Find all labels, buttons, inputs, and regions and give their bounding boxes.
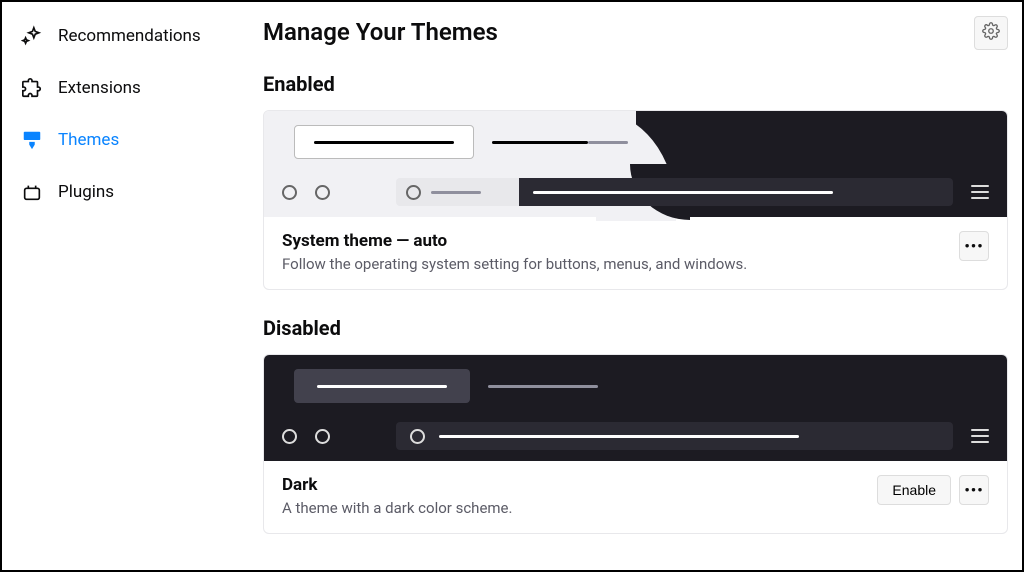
preview-nav-dot xyxy=(315,429,330,444)
sparkle-icon xyxy=(20,24,44,48)
theme-description: Follow the operating system setting for … xyxy=(282,255,747,273)
preview-nav-dot xyxy=(282,429,297,444)
sidebar-item-label: Recommendations xyxy=(58,26,201,46)
paintbrush-icon xyxy=(20,128,44,152)
theme-preview-dark xyxy=(264,355,1007,461)
puzzle-icon xyxy=(20,76,44,100)
header-row: Manage Your Themes xyxy=(263,16,1008,72)
page-title: Manage Your Themes xyxy=(263,18,498,46)
preview-nav-dot xyxy=(315,185,330,200)
enable-button[interactable]: Enable xyxy=(877,475,951,505)
preview-tab-active xyxy=(294,125,474,159)
sidebar-item-themes[interactable]: Themes xyxy=(2,114,247,166)
theme-card-system: System theme — auto Follow the operating… xyxy=(263,110,1008,290)
main-content: Manage Your Themes Enabled xyxy=(247,2,1022,570)
gear-icon xyxy=(982,22,1000,44)
ellipsis-icon: ••• xyxy=(964,237,983,255)
preview-urlbar xyxy=(396,422,953,450)
sidebar-item-label: Extensions xyxy=(58,78,141,98)
ellipsis-icon: ••• xyxy=(964,481,983,499)
theme-card-dark: Dark A theme with a dark color scheme. E… xyxy=(263,354,1008,534)
theme-name: System theme — auto xyxy=(282,231,747,251)
section-enabled-title: Enabled xyxy=(263,72,1008,96)
plug-icon xyxy=(20,180,44,204)
settings-button[interactable] xyxy=(974,16,1008,50)
theme-preview-system xyxy=(264,111,1007,217)
preview-tab-active xyxy=(294,369,470,403)
sidebar-item-label: Plugins xyxy=(58,182,114,202)
preview-nav-dot xyxy=(282,185,297,200)
theme-name: Dark xyxy=(282,475,512,495)
sidebar-item-plugins[interactable]: Plugins xyxy=(2,166,247,218)
theme-more-button[interactable]: ••• xyxy=(959,475,989,505)
sidebar-item-extensions[interactable]: Extensions xyxy=(2,62,247,114)
theme-description: A theme with a dark color scheme. xyxy=(282,499,512,517)
sidebar-item-label: Themes xyxy=(58,130,119,150)
hamburger-icon xyxy=(971,429,989,443)
section-disabled-title: Disabled xyxy=(263,316,1008,340)
hamburger-icon xyxy=(971,185,989,199)
sidebar: Recommendations Extensions Themes Plugin… xyxy=(2,2,247,570)
preview-urlbar xyxy=(396,178,953,206)
theme-more-button[interactable]: ••• xyxy=(959,231,989,261)
sidebar-item-recommendations[interactable]: Recommendations xyxy=(2,10,247,62)
